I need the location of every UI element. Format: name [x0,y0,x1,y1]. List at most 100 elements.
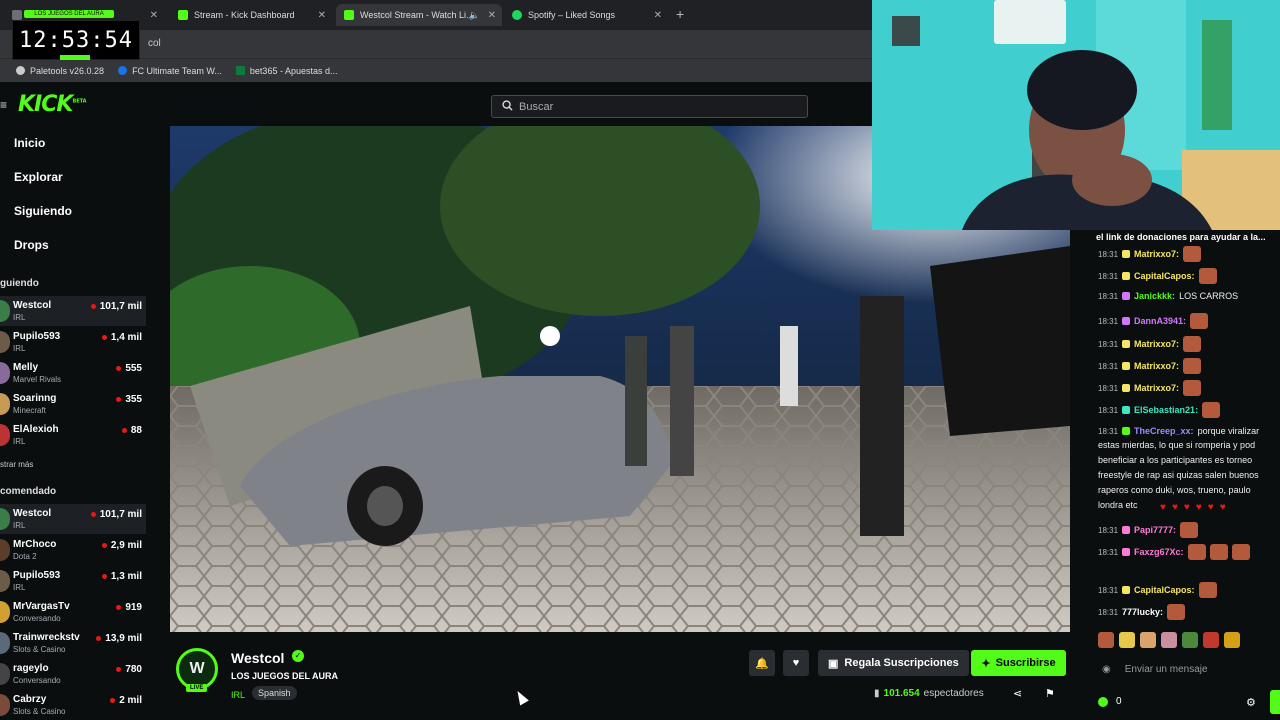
tab-spotify[interactable]: Spotify – Liked Songs ✕ [504,4,668,26]
follow-button[interactable]: ♥ [783,650,809,676]
sidebar-channel[interactable]: Soarinng Minecraft 355 [0,389,146,419]
verified-icon: ✓ [292,650,304,662]
emote-icon [1187,544,1206,560]
tab-title: Spotify – Liked Songs [528,10,616,20]
chat-message: 18:31 CapitalCapos: [1098,582,1217,598]
bookmark-icon [235,66,245,75]
close-icon[interactable]: ✕ [318,10,326,21]
nav-explorar[interactable]: Explorar [14,170,63,184]
sidebar-channel[interactable]: rageylo Conversando 780 [0,659,146,689]
emote-icon [1202,402,1221,418]
avatar [0,539,10,561]
gift-icon: ▣ [828,657,839,670]
nav-inicio[interactable]: Inicio [14,136,45,150]
gift-subs-button[interactable]: ▣ Regala Suscripciones [818,650,969,676]
sidebar-channel[interactable]: MrVargasTv Conversando 919 [0,597,146,627]
chat-message: 18:31 Matrixxo7: [1098,358,1202,374]
menu-icon[interactable]: ≡ [0,98,7,112]
streamer-name[interactable]: Westcol [231,650,284,666]
nav-drops[interactable]: Drops [14,238,49,252]
recommended-heading: comendado [0,486,57,497]
viewers-icon: ▮ [874,688,880,699]
chat-input[interactable]: ◉ Enviar un mensaje [1098,660,1280,678]
chat-message: 18:31 ElSebastian21: [1098,402,1221,418]
pinned-message: el link de donaciones para ayudar a la..… [1096,232,1266,242]
chat-message: 18:31 Matrixxo7: [1098,380,1202,396]
webcam-frame [872,0,1280,230]
channel-points[interactable]: 0 [1098,696,1122,707]
emote-icon [1209,544,1228,560]
sidebar-channel[interactable]: Westcol IRL 101,7 mil [0,504,146,534]
avatar [0,508,10,530]
bell-icon: 🔔 [755,657,769,670]
sidebar-channel[interactable]: MrChoco Dota 2 2,9 mil [0,535,146,565]
speaker-icon[interactable]: 🔈 [469,10,480,21]
stream-title: LOS JUEGOS DEL AURA [231,671,339,681]
nav-siguiendo[interactable]: Siguiendo [14,204,72,218]
badge-icon [1122,548,1131,556]
gear-icon[interactable]: ⚙ [1246,696,1256,709]
stream-info: W LIVE Westcol ✓ LOS JUEGOS DEL AURA IRL… [170,632,1070,720]
subscribe-button[interactable]: ✦ Suscribirse [971,650,1066,676]
sidebar-channel[interactable]: Trainwreckstv Slots & Casino 13,9 mil [0,628,146,658]
emote-icon [1224,632,1240,648]
badge-icon [1122,250,1131,258]
points-icon [1098,696,1108,707]
chat-message-line: beneficiar a los participantes es torneo [1098,455,1253,465]
sidebar-channel[interactable]: Westcol IRL 101,7 mil [0,296,146,326]
star-icon: ✦ [981,657,991,670]
new-tab-icon[interactable]: + [676,6,684,22]
search-placeholder: Buscar [519,100,554,113]
close-icon[interactable]: ✕ [654,10,662,21]
notifications-button[interactable]: 🔔 [749,650,775,676]
url-text[interactable]: col [148,38,161,49]
tab-kick-dashboard[interactable]: Stream - Kick Dashboard ✕ [170,4,332,26]
sidebar-channel[interactable]: Pupilo593 IRL 1,3 mil [0,566,146,596]
spotify-favicon-icon [512,10,522,20]
badge-icon [1122,340,1131,348]
tab-westcol-stream[interactable]: Westcol Stream - Watch Li… 🔈 ✕ [336,4,502,26]
search-input[interactable]: Buscar [491,95,808,118]
chat-message-line: freestyle de rap asi quizas salen buenos [1098,470,1259,480]
report-icon[interactable]: ⚑ [1045,687,1055,700]
badge-icon [1122,292,1131,300]
chat-message-line: raperos como duki, wos, trueno, paulo [1098,485,1251,495]
bookmark-bet365[interactable]: bet365 - Apuestas d... [235,66,337,76]
sidebar: Inicio Explorar Siguiendo Drops guiendo … [0,128,150,720]
avatar [0,362,10,384]
emote-icon [1190,313,1209,329]
kick-logo[interactable]: KICKBETA [18,92,87,117]
close-icon[interactable]: ✕ [488,10,496,21]
share-icon[interactable]: ⋖ [1013,687,1022,700]
emote-icon [1231,544,1250,560]
badge-icon [1122,406,1131,414]
emote-icon [1183,380,1202,396]
emote-icon [1183,246,1202,262]
language-tag[interactable]: Spanish [252,686,297,700]
sidebar-channel[interactable]: Melly Marvel Rivals 555 [0,358,146,388]
clock-overlay: 12:53:54 [12,20,140,60]
emote-icon [1203,632,1219,648]
chat-message: 18:31 DannA3941: [1098,313,1209,329]
chat-message: 18:31 Matrixxo7: [1098,336,1202,352]
tab-title: Westcol Stream - Watch Li… [360,10,476,20]
avatar [0,632,10,654]
sidebar-channel[interactable]: Pupilo593 IRL 1,4 mil [0,327,146,357]
send-chat-button[interactable] [1270,690,1280,714]
avatar [0,300,10,322]
show-more-link[interactable]: strar más [0,460,33,469]
tab-title: Stream - Kick Dashboard [194,10,295,20]
stream-category-link[interactable]: IRL [231,690,245,700]
emote-icon [1140,632,1156,648]
sidebar-channel[interactable]: ElAlexioh IRL 88 [0,420,146,450]
close-icon[interactable]: ✕ [150,10,158,21]
live-badge: LIVE [186,684,208,692]
bookmark-fc-ultimate[interactable]: FC Ultimate Team W... [118,66,222,76]
sidebar-channel[interactable]: Cabrzy Slots & Casino 2 mil [0,690,146,720]
chat-message: 18:31 Faxzg67Xc: [1098,544,1250,560]
chat-message: 18:31 Matrixxo7: [1098,246,1202,262]
bookmark-paletools[interactable]: Paletools v26.0.28 [16,66,104,76]
avatar [0,424,10,446]
chat-user-icon: ◉ [1102,663,1111,675]
viewer-count: ▮ 101.654 espectadores [874,688,984,699]
